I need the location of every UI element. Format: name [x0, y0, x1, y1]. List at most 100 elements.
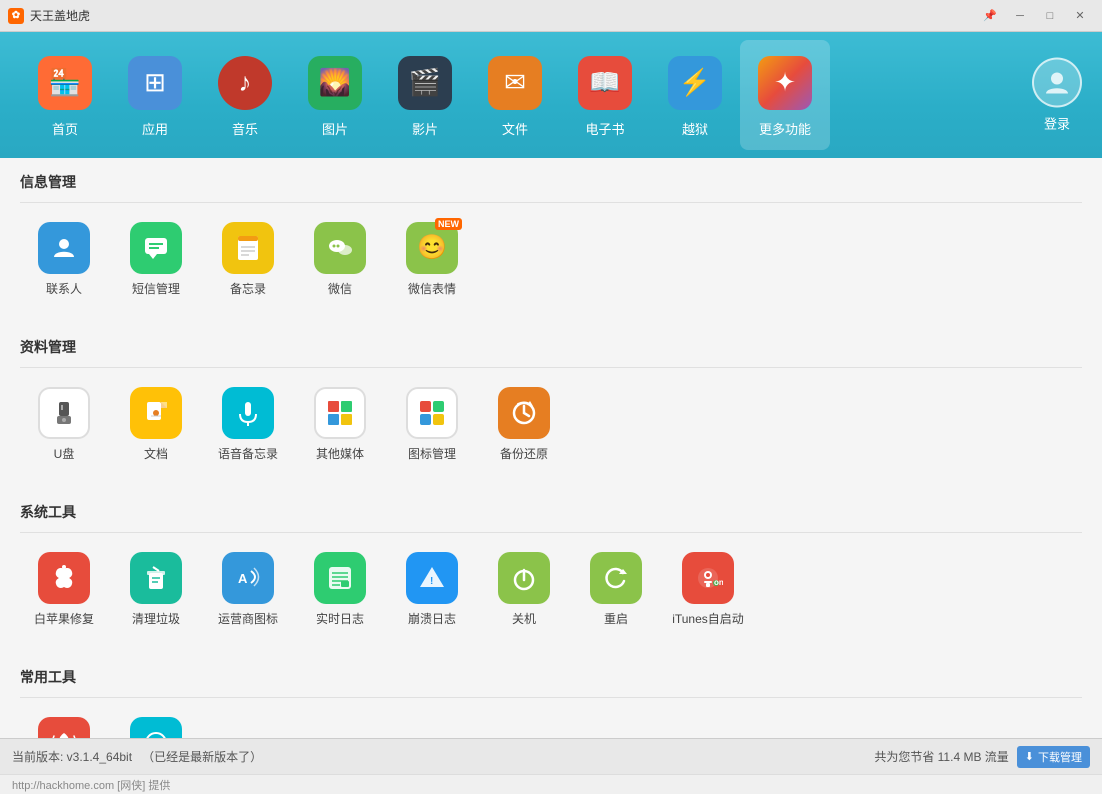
ringtone-icon: [38, 717, 90, 739]
ebook-icon: 📖: [578, 56, 632, 110]
titlebar-title: 天王盖地虎: [30, 7, 90, 24]
svg-text:on: on: [714, 578, 723, 587]
minimize-button[interactable]: ─: [1006, 5, 1034, 27]
notes-icon: [222, 222, 274, 274]
nav-app[interactable]: ⊞ 应用: [110, 40, 200, 150]
top-navigation: 🏪 首页 ⊞ 应用 ♪ 音乐 🌄: [0, 32, 1102, 158]
tool-sms-label: 短信管理: [132, 280, 180, 297]
nav-jailbreak-label: 越狱: [682, 119, 708, 138]
tool-contacts-label: 联系人: [46, 280, 82, 297]
svg-text:A: A: [238, 571, 248, 586]
tool-apple-fix-label: 白苹果修复: [34, 610, 94, 627]
tool-shutdown[interactable]: 关机: [480, 545, 568, 633]
home-icon: 🏪: [38, 56, 92, 110]
tool-wechat-emoji[interactable]: 😊 NEW 微信表情: [388, 215, 476, 303]
tool-icon-manage[interactable]: 图标管理: [388, 380, 476, 468]
section-system-tools: 系统工具 白苹果修复: [20, 488, 1082, 643]
sms-icon: [130, 222, 182, 274]
nav-ebook-label: 电子书: [585, 119, 624, 138]
nav-more-label: 更多功能: [759, 119, 811, 138]
tool-realtime-log[interactable]: 实时日志: [296, 545, 384, 633]
section-data-manage-grid: U盘 文档: [20, 380, 1082, 478]
nav-home[interactable]: 🏪 首页: [20, 40, 110, 150]
tool-apple-fix[interactable]: 白苹果修复: [20, 545, 108, 633]
login-label: 登录: [1044, 114, 1070, 133]
udisk-icon: [38, 387, 90, 439]
nav-photo[interactable]: 🌄 图片: [290, 40, 380, 150]
tool-backup[interactable]: 备份还原: [480, 380, 568, 468]
download-button[interactable]: ⬇ 下载管理: [1017, 746, 1090, 768]
svg-text:!: !: [430, 576, 433, 587]
statusbar-left: 当前版本: v3.1.4_64bit （已经是最新版本了）: [12, 748, 262, 765]
statusbar-right: 共为您节省 11.4 MB 流量 ⬇ 下载管理: [874, 746, 1090, 768]
section-system-tools-grid: 白苹果修复 清理垃圾 A: [20, 545, 1082, 643]
section-info-manage-title: 信息管理: [20, 158, 1082, 203]
tool-contacts[interactable]: 联系人: [20, 215, 108, 303]
section-data-manage-title: 资料管理: [20, 323, 1082, 368]
apple-fix-icon: [38, 552, 90, 604]
nav-items: 🏪 首页 ⊞ 应用 ♪ 音乐 🌄: [20, 40, 1082, 150]
clean-icon: [130, 552, 182, 604]
nav-photo-label: 图片: [322, 119, 348, 138]
login-area[interactable]: 登录: [1032, 58, 1082, 133]
new-badge: NEW: [435, 218, 462, 230]
tool-icon-manage-label: 图标管理: [408, 445, 456, 462]
tool-realtime-log-label: 实时日志: [316, 610, 364, 627]
tool-ringtone[interactable]: 铃声制作: [20, 710, 108, 738]
titlebar: ✿ 天王盖地虎 📌 ─ □ ✕: [0, 0, 1102, 32]
tool-crash-log-label: 崩溃日志: [408, 610, 456, 627]
section-common-tools-title: 常用工具: [20, 653, 1082, 698]
tool-backup-label: 备份还原: [500, 445, 548, 462]
voice-notes-icon: [222, 387, 274, 439]
section-system-tools-title: 系统工具: [20, 488, 1082, 533]
tool-docs-label: 文档: [144, 445, 168, 462]
nav-video[interactable]: 🎬 影片: [380, 40, 470, 150]
tool-wechat[interactable]: 微信: [296, 215, 384, 303]
app-icon: ⊞: [128, 56, 182, 110]
jailbreak-icon: ⚡: [668, 56, 722, 110]
tool-video-convert[interactable]: 视频转换: [112, 710, 200, 738]
tool-clean[interactable]: 清理垃圾: [112, 545, 200, 633]
video-convert-icon: [130, 717, 182, 739]
tool-itunes-start[interactable]: on iTunes自启动: [664, 545, 752, 633]
nav-app-label: 应用: [142, 119, 168, 138]
tool-other-media[interactable]: 其他媒体: [296, 380, 384, 468]
music-icon: ♪: [218, 56, 272, 110]
tool-crash-log[interactable]: ! 崩溃日志: [388, 545, 476, 633]
nav-file[interactable]: ✉ 文件: [470, 40, 560, 150]
tool-notes-label: 备忘录: [230, 280, 266, 297]
tool-notes[interactable]: 备忘录: [204, 215, 292, 303]
docs-icon: [130, 387, 182, 439]
backup-icon: [498, 387, 550, 439]
tool-carrier[interactable]: A 运营商图标: [204, 545, 292, 633]
login-avatar: [1032, 58, 1082, 108]
tool-voice-notes[interactable]: 语音备忘录: [204, 380, 292, 468]
tool-udisk-label: U盘: [54, 445, 75, 462]
tool-docs[interactable]: 文档: [112, 380, 200, 468]
carrier-icon: A: [222, 552, 274, 604]
section-info-manage: 信息管理 联系人: [20, 158, 1082, 313]
icon-manage-icon: [406, 387, 458, 439]
download-icon: ⬇: [1025, 750, 1034, 763]
nav-ebook[interactable]: 📖 电子书: [560, 40, 650, 150]
url-bar: http://hackhome.com [网侠] 提供: [0, 774, 1102, 794]
tool-restart[interactable]: 重启: [572, 545, 660, 633]
crash-log-icon: !: [406, 552, 458, 604]
nav-file-label: 文件: [502, 119, 528, 138]
tool-voice-notes-label: 语音备忘录: [218, 445, 278, 462]
maximize-button[interactable]: □: [1036, 5, 1064, 27]
download-label: 下载管理: [1038, 749, 1082, 765]
close-button[interactable]: ✕: [1066, 5, 1094, 27]
tool-sms[interactable]: 短信管理: [112, 215, 200, 303]
statusbar: 当前版本: v3.1.4_64bit （已经是最新版本了） 共为您节省 11.4…: [0, 738, 1102, 774]
tool-restart-label: 重启: [604, 610, 628, 627]
nav-more[interactable]: ✦ 更多功能: [740, 40, 830, 150]
pin-button[interactable]: 📌: [976, 5, 1004, 27]
nav-home-label: 首页: [52, 119, 78, 138]
section-common-tools-grid: 铃声制作 视频转换: [20, 710, 1082, 738]
nav-jailbreak[interactable]: ⚡ 越狱: [650, 40, 740, 150]
tool-wechat-label: 微信: [328, 280, 352, 297]
nav-music[interactable]: ♪ 音乐: [200, 40, 290, 150]
tool-udisk[interactable]: U盘: [20, 380, 108, 468]
video-icon: 🎬: [398, 56, 452, 110]
